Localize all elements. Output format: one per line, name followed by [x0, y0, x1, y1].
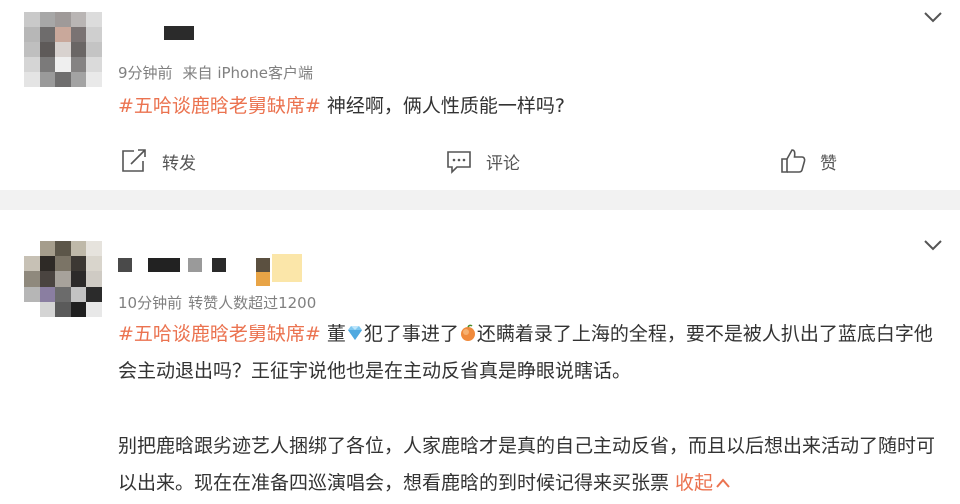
post-text: #五哈谈鹿晗老舅缺席# 神经啊，俩人性质能一样吗? — [118, 88, 943, 125]
gem-emoji — [347, 326, 362, 340]
peach-emoji — [460, 324, 475, 341]
like-icon — [781, 149, 806, 173]
like-label: 赞 — [820, 153, 837, 174]
weibo-post-1: 9分钟前 来自 iPhone客户端 #五哈谈鹿晗老舅缺席# 神经啊，俩人性质能一样… — [0, 0, 960, 190]
post-meta: 9分钟前 来自 iPhone客户端 — [118, 62, 323, 83]
post-text: #五哈谈鹿晗老舅缺席# 董犯了事进了 还瞒着录了上海的全程，要不是被人扒出了蓝底白… — [118, 316, 943, 390]
post-source: 来自 iPhone客户端 — [182, 64, 313, 82]
comment-icon — [447, 151, 471, 174]
chevron-up-icon — [716, 478, 730, 488]
comment-label: 评论 — [486, 153, 520, 174]
chevron-down-icon[interactable] — [922, 6, 944, 28]
avatar-pixelated[interactable] — [24, 12, 102, 87]
popularity-note: 转赞人数超过1200 — [188, 294, 317, 312]
hashtag-link[interactable]: #五哈谈鹿晗老舅缺席# — [118, 323, 321, 345]
action-bar: 转发 评论 赞 — [0, 146, 960, 176]
repost-button[interactable]: 转发 — [120, 146, 196, 176]
post-time: 10分钟前 — [118, 294, 183, 312]
hashtag-link[interactable]: #五哈谈鹿晗老舅缺席# — [118, 95, 321, 117]
post-body-part2: 犯了事进了 — [363, 323, 459, 345]
comment-button[interactable]: 评论 — [446, 146, 520, 176]
collapse-link[interactable]: 收起 — [675, 472, 731, 494]
post-text-paragraph-2: 别把鹿晗跟劣迹艺人捆绑了各位，人家鹿晗才是真的自己主动反省，而且以后想出来活动了… — [118, 428, 943, 502]
post-meta: 10分钟前 转赞人数超过1200 — [118, 292, 326, 313]
post-body: 神经啊，俩人性质能一样吗? — [320, 95, 565, 117]
username-redacted[interactable] — [164, 26, 194, 40]
post-body-para2: 别把鹿晗跟劣迹艺人捆绑了各位，人家鹿晗才是真的自己主动反省，而且以后想出来活动了… — [118, 435, 936, 494]
post-body-part1: 董 — [320, 323, 346, 345]
post-divider — [0, 190, 960, 210]
avatar-pixelated[interactable] — [24, 241, 102, 317]
collapse-label: 收起 — [675, 472, 714, 494]
repost-icon — [122, 149, 146, 172]
repost-label: 转发 — [162, 153, 196, 174]
post-time: 9分钟前 — [118, 64, 173, 82]
weibo-post-2: 10分钟前 转赞人数超过1200 #五哈谈鹿晗老舅缺席# 董犯了事进了 还瞒着录了上… — [0, 210, 960, 504]
like-button[interactable]: 赞 — [780, 146, 837, 176]
chevron-down-icon[interactable] — [922, 234, 944, 256]
